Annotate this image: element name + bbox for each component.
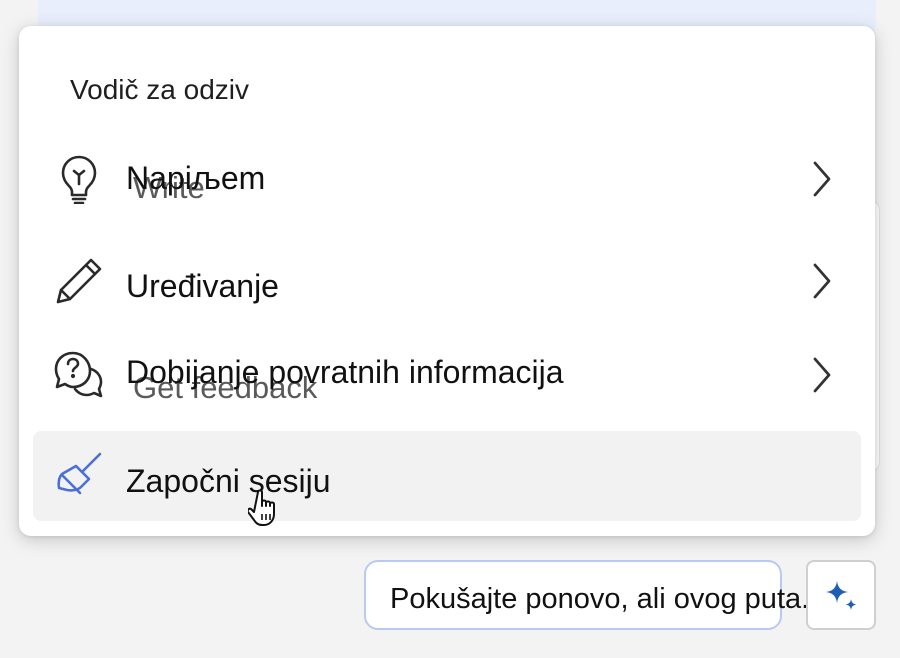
chat-question-icon — [51, 347, 107, 403]
response-guide-menu: Vodič za odziv Write Napiљem Uređivanje … — [19, 26, 875, 536]
menu-item-label: Uređivanje — [126, 268, 279, 304]
menu-item-label: Dobijanje povratnih informacija — [126, 354, 564, 390]
chevron-right-icon — [813, 161, 831, 197]
sparkle-icon — [826, 581, 857, 610]
menu-item-label: Započni sesiju — [126, 463, 331, 499]
chevron-right-icon — [813, 357, 831, 393]
menu-item-label: Napiљem — [126, 160, 266, 196]
suggestion-text: Pokušajte ponovo, ali ovog puta... — [390, 583, 826, 615]
lightbulb-icon — [51, 151, 107, 207]
menu-item-write[interactable]: Write Napiљem — [33, 134, 861, 224]
menu-item-edit[interactable]: Uređivanje — [33, 236, 861, 326]
menu-item-get-feedback[interactable]: Get feedback Dobijanje povratnih informa… — [33, 330, 861, 420]
pencil-icon — [51, 253, 107, 309]
menu-item-start-session[interactable]: Započni sesiju — [33, 431, 861, 521]
chevron-right-icon — [813, 263, 831, 299]
suggestion-chip[interactable]: Pokušajte ponovo, ali ovog puta... — [364, 560, 825, 630]
menu-title: Vodič za odziv — [70, 74, 249, 105]
broom-icon — [51, 448, 107, 504]
hand-pointer-cursor — [248, 489, 275, 526]
copilot-sparkle-button[interactable] — [806, 560, 876, 630]
